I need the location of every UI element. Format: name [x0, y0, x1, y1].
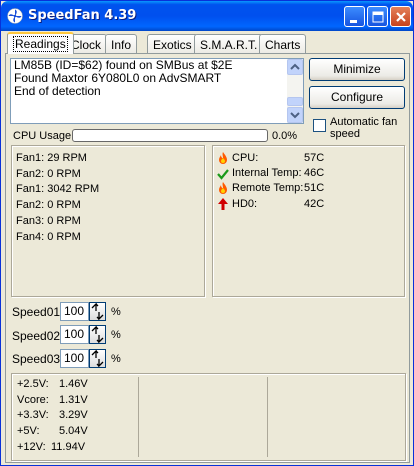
title-bar[interactable]: SpeedFan 4.39 — [1, 1, 413, 31]
tab-charts[interactable]: Charts — [259, 34, 307, 53]
fan-row: Fan2: 0 RPM — [16, 168, 81, 180]
window-title: SpeedFan 4.39 — [28, 8, 137, 23]
spinner-arrows-icon — [91, 302, 104, 321]
fan-label: Fan3: — [16, 215, 45, 227]
voltage-value: 3.29V — [59, 409, 88, 421]
tab-exotics[interactable]: Exotics — [147, 34, 198, 53]
cpu-usage-value: 0.0% — [272, 130, 298, 142]
tab-info[interactable]: Info — [105, 34, 138, 53]
maximize-icon — [372, 11, 384, 23]
temp-label: Internal Temp: — [232, 167, 302, 179]
tab-smart[interactable]: S.M.A.R.T. — [194, 34, 264, 53]
voltage-value: 1.46V — [59, 378, 88, 390]
fan-value: 0 RPM — [47, 199, 81, 211]
voltage-label: +12V: — [17, 441, 46, 453]
temp-value: 51C — [304, 182, 325, 194]
fan-label: Fan2: — [16, 168, 45, 180]
fan-value: 3042 RPM — [47, 183, 100, 195]
scroll-up-button[interactable] — [287, 59, 303, 75]
speed02-label: Speed02: — [12, 329, 64, 343]
configure-button[interactable]: Configure — [309, 86, 405, 109]
fan-row: Fan1: 29 RPM — [16, 152, 87, 164]
scroll-down-button[interactable] — [287, 107, 303, 123]
speed02-input[interactable]: 100 — [60, 325, 89, 344]
maximize-window-button[interactable] — [367, 6, 388, 27]
spinner-arrows-icon — [91, 325, 104, 344]
voltage-column-divider — [267, 377, 268, 457]
voltage-value: 11.94V — [51, 441, 86, 453]
temp-label: Remote Temp: — [232, 182, 304, 194]
fan-value: 0 RPM — [47, 215, 81, 227]
voltage-label: +3.3V: — [17, 409, 49, 421]
flame-icon — [219, 182, 227, 194]
speed01-input[interactable]: 100 — [60, 302, 89, 321]
temp-value: 42C — [304, 198, 325, 210]
fan-label: Fan1: — [16, 152, 45, 164]
up-arrow-icon — [218, 198, 228, 210]
temp-label: CPU: — [232, 152, 259, 164]
temp-value: 46C — [304, 167, 325, 179]
spinner-arrows-icon — [91, 349, 104, 368]
speed02-spinner[interactable] — [89, 325, 106, 344]
fan-row: Fan3: 0 RPM — [16, 215, 81, 227]
cpu-usage-label: CPU Usage — [13, 130, 72, 142]
fan-row: Fan1: 3042 RPM — [16, 183, 99, 195]
voltage-value: 5.04V — [59, 425, 88, 437]
voltage-value: 1.31V — [59, 394, 88, 406]
fan-row: Fan2: 0 RPM — [16, 199, 81, 211]
voltage-label: +5V: — [17, 425, 40, 437]
fan-value: 29 RPM — [47, 152, 87, 164]
fan-row: Fan4: 0 RPM — [16, 231, 81, 243]
chevron-down-icon — [290, 112, 300, 119]
voltage-column-divider — [138, 377, 139, 457]
fan-app-icon — [7, 8, 23, 24]
temp-label: HD0: — [232, 198, 258, 210]
fan-label: Fan2: — [16, 199, 45, 211]
minimize-button[interactable]: Minimize — [309, 58, 405, 81]
fan-label: Fan1: — [16, 183, 45, 195]
flame-icon — [219, 152, 227, 164]
cpu-usage-bar — [72, 129, 268, 142]
tab-label: Readings — [13, 36, 68, 52]
fan-value: 0 RPM — [47, 231, 81, 243]
close-window-button[interactable] — [390, 6, 411, 27]
speed02-unit: % — [111, 329, 121, 341]
minimize-icon — [350, 20, 357, 23]
minimize-window-button[interactable] — [344, 6, 365, 27]
automatic-fan-speed-checkbox[interactable] — [313, 119, 326, 132]
speed03-input[interactable]: 100 — [60, 349, 89, 368]
voltage-label: +2.5V: — [17, 378, 49, 390]
automatic-fan-speed-label[interactable]: Automatic fan speed — [330, 116, 400, 140]
speed03-spinner[interactable] — [89, 349, 106, 368]
speed01-spinner[interactable] — [89, 302, 106, 321]
speed01-unit: % — [111, 306, 121, 318]
log-line: End of detection — [14, 84, 101, 98]
voltage-label: Vcore: — [17, 394, 49, 406]
checkmark-icon — [217, 169, 229, 180]
scroll-thumb[interactable] — [287, 97, 303, 106]
close-icon — [396, 12, 406, 22]
detection-log[interactable]: LM85B (ID=$62) found on SMBus at $2E Fou… — [10, 58, 304, 124]
chevron-up-icon — [290, 63, 300, 70]
fan-value: 0 RPM — [47, 168, 81, 180]
tab-readings[interactable]: Readings — [7, 32, 74, 54]
log-scrollbar[interactable] — [287, 59, 303, 123]
speed03-unit: % — [111, 353, 121, 365]
temp-value: 57C — [304, 152, 325, 164]
speedfan-window: SpeedFan 4.39 Readings Clock Info Exotic… — [0, 0, 414, 466]
speed03-label: Speed03: — [12, 352, 64, 366]
speed01-label: Speed01: — [12, 305, 64, 319]
fan-label: Fan4: — [16, 231, 45, 243]
